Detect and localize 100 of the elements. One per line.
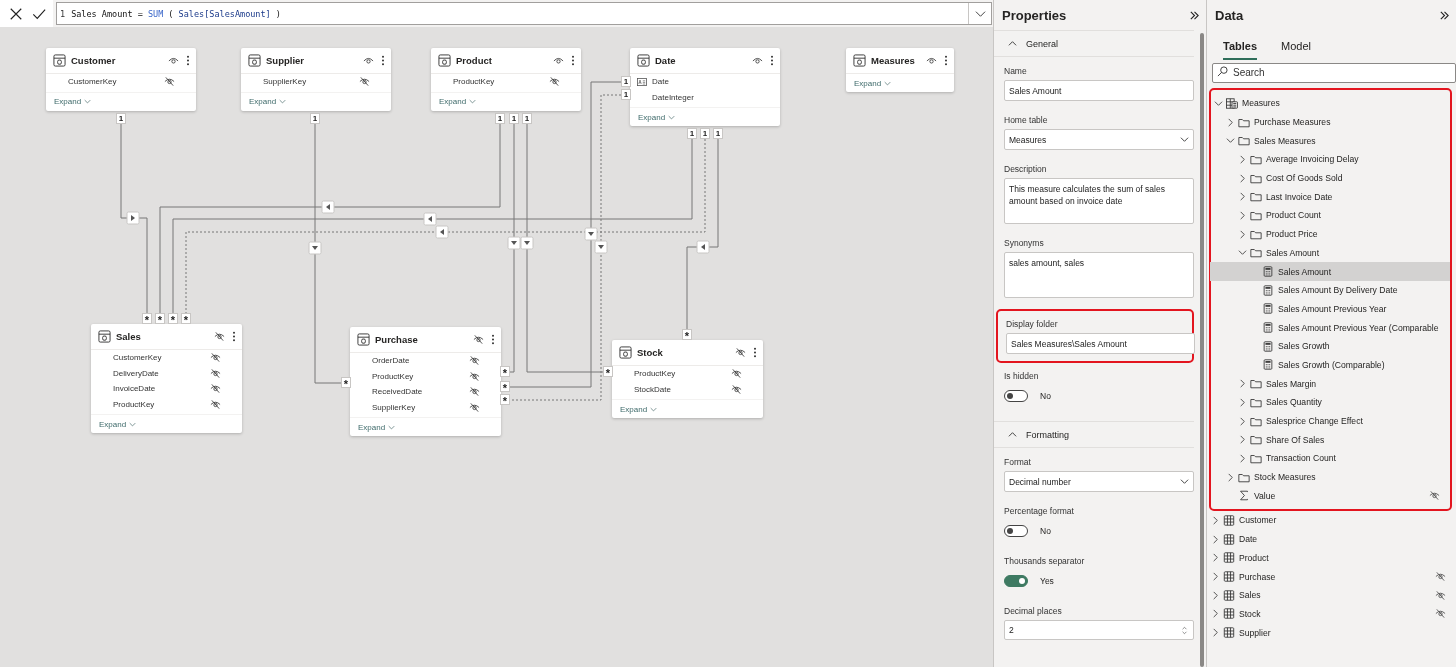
more-icon[interactable]: [232, 331, 236, 342]
tree-item[interactable]: Sales Measures: [1210, 131, 1450, 151]
chevron-down-icon[interactable]: [1226, 136, 1235, 146]
table-card[interactable]: Product ProductKey Expand: [431, 48, 581, 111]
search-field[interactable]: Search: [1212, 62, 1456, 83]
chevron-right-icon[interactable]: [1238, 154, 1247, 164]
eye-off-icon[interactable]: [469, 401, 480, 413]
chevron-right-icon[interactable]: [1211, 590, 1220, 600]
tree-item[interactable]: Sales Growth (Comparable): [1210, 355, 1450, 375]
expand-link[interactable]: Expand: [439, 97, 477, 106]
eye-off-icon[interactable]: [210, 367, 221, 379]
eye-off-icon[interactable]: [210, 398, 221, 410]
eye-off-icon[interactable]: [210, 352, 221, 364]
collapse-panel-icon[interactable]: [1189, 9, 1200, 21]
tree-item[interactable]: Measures: [1210, 94, 1450, 113]
expand-link[interactable]: Expand: [620, 404, 658, 414]
tree-item[interactable]: Sales Amount: [1210, 243, 1450, 263]
chevron-right-icon[interactable]: [1211, 534, 1220, 544]
tree-item[interactable]: Average Invoicing Delay: [1210, 150, 1450, 169]
tree-item[interactable]: Date: [1207, 529, 1456, 549]
tree-item[interactable]: Sales Growth: [1210, 336, 1450, 356]
table-card[interactable]: Stock ProductKey StockDate Expand: [612, 340, 763, 418]
tree-item[interactable]: Sales Amount By Delivery Date: [1210, 280, 1450, 300]
eye-off-icon[interactable]: [469, 370, 480, 382]
tree-item[interactable]: Purchase Measures: [1210, 112, 1450, 132]
expand-link[interactable]: Expand: [854, 78, 892, 88]
more-icon[interactable]: [770, 55, 774, 66]
tree-item[interactable]: Sales Amount Previous Year (Comparable: [1210, 318, 1450, 337]
chevron-right-icon[interactable]: [1238, 229, 1247, 239]
eye-icon[interactable]: [168, 55, 179, 66]
eye-off-icon[interactable]: [164, 76, 175, 88]
table-card[interactable]: Measures Expand: [846, 48, 954, 92]
eye-off-icon[interactable]: [469, 386, 480, 398]
dropdown[interactable]: Decimal number: [1004, 471, 1194, 492]
more-icon[interactable]: [571, 55, 575, 66]
toggle-switch[interactable]: [1004, 575, 1028, 587]
eye-off-icon[interactable]: [1435, 571, 1446, 583]
more-icon[interactable]: [944, 55, 948, 66]
dropdown[interactable]: Measures: [1004, 129, 1194, 150]
chevron-right-icon[interactable]: [1238, 453, 1247, 463]
section-header[interactable]: General: [994, 31, 1194, 57]
eye-off-icon[interactable]: [473, 334, 484, 345]
more-icon[interactable]: [186, 55, 190, 66]
chevron-right-icon[interactable]: [1211, 553, 1220, 563]
eye-icon[interactable]: [752, 55, 763, 66]
chevron-right-icon[interactable]: [1238, 192, 1247, 202]
eye-off-icon[interactable]: [1435, 608, 1446, 620]
tree-item[interactable]: Transaction Count: [1210, 449, 1450, 468]
eye-icon[interactable]: [363, 55, 374, 66]
tree-item[interactable]: Product: [1207, 548, 1456, 568]
tree-item[interactable]: Stock: [1207, 604, 1456, 624]
expand-link[interactable]: Expand: [99, 419, 137, 429]
tree-item[interactable]: Customer: [1207, 511, 1456, 530]
expand-link[interactable]: Expand: [638, 112, 676, 122]
tree-item[interactable]: Share Of Sales: [1210, 430, 1450, 450]
expand-link[interactable]: Expand: [249, 97, 287, 106]
chevron-right-icon[interactable]: [1238, 210, 1247, 220]
chevron-right-icon[interactable]: [1226, 117, 1235, 127]
text-field[interactable]: Sales Measures\Sales Amount: [1006, 333, 1195, 354]
more-icon[interactable]: [381, 55, 385, 66]
chevron-right-icon[interactable]: [1211, 628, 1220, 638]
eye-off-icon[interactable]: [359, 76, 370, 88]
chevron-right-icon[interactable]: [1238, 435, 1247, 445]
table-card[interactable]: Date Date DateInteger Expand: [630, 48, 780, 126]
tab[interactable]: Tables: [1223, 40, 1258, 60]
eye-icon[interactable]: [553, 55, 564, 66]
text-area[interactable]: sales amount, sales: [1004, 252, 1194, 298]
tree-item[interactable]: Supplier: [1207, 623, 1456, 642]
tab[interactable]: Model: [1281, 40, 1311, 58]
chevron-down-icon[interactable]: [974, 8, 986, 19]
chevron-right-icon[interactable]: [1238, 416, 1247, 426]
tree-item[interactable]: Last Invoice Date: [1210, 187, 1450, 207]
toggle-switch[interactable]: [1004, 525, 1028, 537]
eye-icon[interactable]: [926, 55, 937, 66]
table-card[interactable]: Purchase OrderDate ProductKey ReceivedDate SupplierKey Expand: [350, 327, 501, 436]
table-card[interactable]: Supplier SupplierKey Expand: [241, 48, 391, 111]
eye-off-icon[interactable]: [469, 355, 480, 367]
tree-item[interactable]: Cost Of Goods Sold: [1210, 168, 1450, 188]
tree-item[interactable]: Stock Measures: [1210, 467, 1450, 487]
eye-off-icon[interactable]: [1435, 589, 1446, 601]
tree-item[interactable]: Product Count: [1210, 206, 1450, 225]
tree-item[interactable]: Sales Quantity: [1210, 393, 1450, 412]
chevron-right-icon[interactable]: [1211, 515, 1220, 525]
text-area[interactable]: This measure calculates the sum of sales amount based on invoice date: [1004, 178, 1194, 224]
tree-item[interactable]: Product Price: [1210, 224, 1450, 244]
tree-item[interactable]: Sales Amount Previous Year: [1210, 299, 1450, 319]
eye-off-icon[interactable]: [1429, 490, 1440, 502]
chevron-right-icon[interactable]: [1226, 472, 1235, 482]
tree-item[interactable]: Sales Amount: [1210, 262, 1450, 281]
collapse-panel-icon[interactable]: [1439, 9, 1450, 21]
eye-off-icon[interactable]: [214, 331, 225, 342]
chevron-right-icon[interactable]: [1238, 397, 1247, 407]
more-icon[interactable]: [491, 334, 495, 345]
check-icon[interactable]: [32, 6, 46, 21]
section-header[interactable]: Formatting: [994, 422, 1194, 448]
chevron-right-icon[interactable]: [1238, 173, 1247, 183]
eye-off-icon[interactable]: [735, 347, 746, 358]
formula-field[interactable]: 1 Sales Amount = SUM ( Sales[SalesAmount] ): [56, 2, 992, 25]
expand-link[interactable]: Expand: [358, 422, 396, 432]
more-icon[interactable]: [753, 347, 757, 358]
